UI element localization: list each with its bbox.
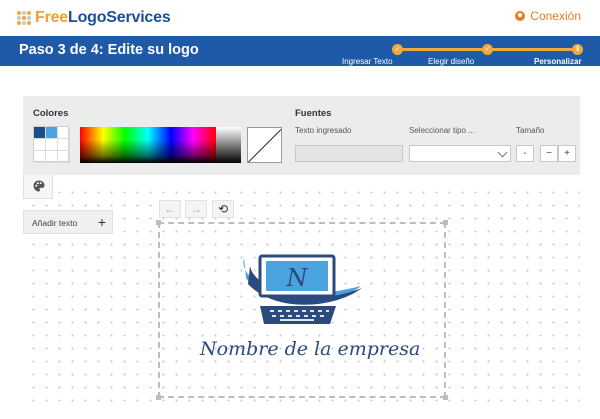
top-bar: FreeLogoServices Conexión xyxy=(0,0,600,36)
monitor-letter: N xyxy=(286,264,309,292)
resize-handle[interactable] xyxy=(156,395,161,400)
size-decrease-button[interactable]: - xyxy=(516,145,534,162)
size-label: Tamaño xyxy=(516,126,545,135)
color-spectrum-picker[interactable] xyxy=(80,127,216,163)
undo-button[interactable]: ← xyxy=(159,200,181,218)
brand-name: FreeLogoServices xyxy=(35,9,171,26)
no-color-button[interactable] xyxy=(247,127,282,163)
colors-heading: Colores xyxy=(33,108,69,119)
step-3-number: 3 xyxy=(572,44,583,55)
chevron-down-icon xyxy=(497,147,508,158)
step-label-elegir-diseno[interactable]: Elegir diseño xyxy=(428,57,474,66)
reset-button[interactable]: ⟲ xyxy=(212,200,234,218)
logo-dots-icon xyxy=(17,11,31,25)
step-bar: Paso 3 de 4: Edite su logo ✓ ✓ 3 xyxy=(0,36,600,66)
swatch-dark-blue[interactable] xyxy=(34,127,46,139)
swatch-empty[interactable] xyxy=(34,139,46,151)
size-increase-button[interactable]: + xyxy=(558,145,576,162)
swatch-empty[interactable] xyxy=(46,139,58,151)
size-decrease-alt-button[interactable]: − xyxy=(540,145,558,162)
swatch-light-blue[interactable] xyxy=(46,127,58,139)
step-label-personalizar: Personalizar xyxy=(534,57,582,66)
swatch-empty[interactable] xyxy=(58,127,70,139)
arrow-right-icon: → xyxy=(190,202,202,216)
swatch-empty[interactable] xyxy=(58,139,70,151)
swatch-empty[interactable] xyxy=(34,151,46,163)
rotate-icon: ⟲ xyxy=(217,202,229,216)
resize-handle[interactable] xyxy=(443,395,448,400)
text-input-field[interactable] xyxy=(295,145,403,162)
login-link[interactable]: Conexión xyxy=(515,9,581,23)
swatch-empty[interactable] xyxy=(46,151,58,163)
computer-monitor-icon[interactable]: N xyxy=(236,248,366,330)
font-type-label: Seleccionar tipo ... xyxy=(409,126,475,135)
login-label: Conexión xyxy=(530,9,581,23)
arrow-left-icon: ← xyxy=(164,202,176,216)
step-label-ingresar-texto[interactable]: Ingresar Texto xyxy=(342,57,393,66)
step-2-check-icon: ✓ xyxy=(482,44,493,55)
palette-icon xyxy=(33,180,45,192)
fonts-heading: Fuentes xyxy=(295,108,332,119)
user-icon xyxy=(515,11,526,21)
editing-panel: Colores Fuentes Texto ingresado Seleccio… xyxy=(23,96,580,175)
palette-tab[interactable] xyxy=(23,175,53,199)
step-1-check-icon: ✓ xyxy=(392,44,403,55)
text-input-label: Texto ingresado xyxy=(295,126,352,135)
add-text-label: Añadir texto xyxy=(32,218,78,228)
brand-logo[interactable]: FreeLogoServices xyxy=(17,9,171,27)
color-swatch-grid[interactable] xyxy=(33,126,70,163)
resize-handle[interactable] xyxy=(156,220,161,225)
swatch-empty[interactable] xyxy=(58,151,70,163)
resize-handle[interactable] xyxy=(443,220,448,225)
company-name-text[interactable]: Nombre de la empresa xyxy=(200,338,420,360)
font-type-select[interactable] xyxy=(409,145,511,162)
plus-icon: + xyxy=(97,214,106,230)
redo-button[interactable]: → xyxy=(185,200,207,218)
step-title: Paso 3 de 4: Edite su logo xyxy=(19,42,199,58)
add-text-button[interactable]: Añadir texto + xyxy=(23,210,113,234)
grayscale-picker[interactable] xyxy=(216,127,241,163)
